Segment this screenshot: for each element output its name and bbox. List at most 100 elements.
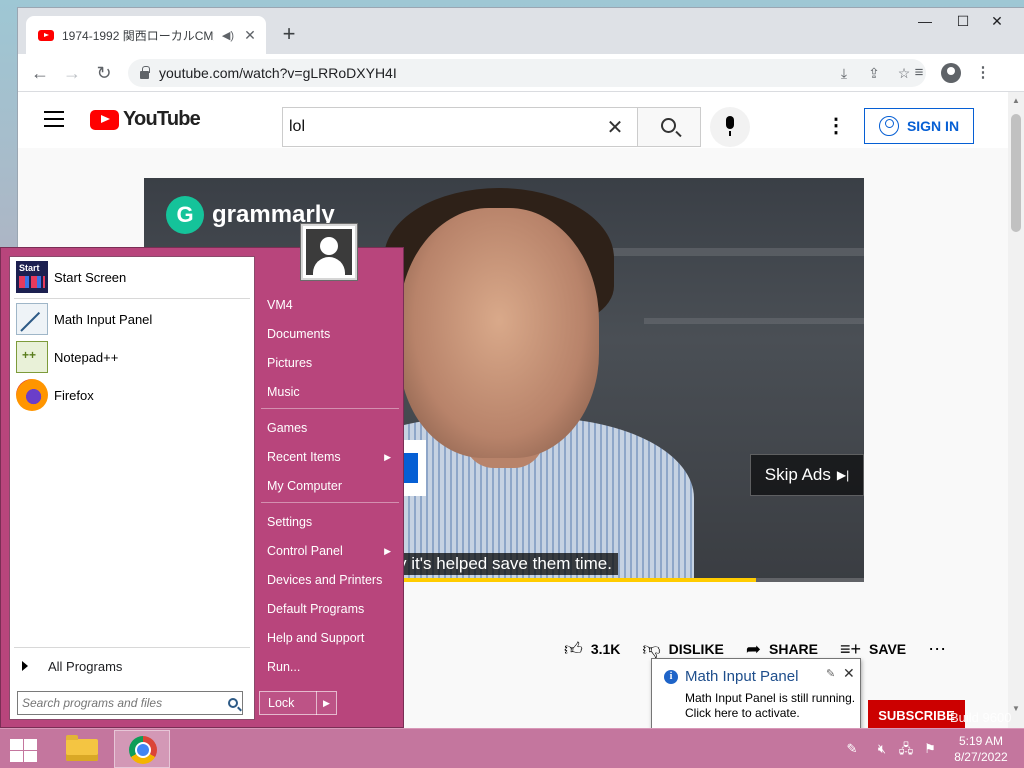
pin-icon[interactable]: ✎ [826,667,835,680]
start-menu-link-default-programs[interactable]: Default Programs [259,596,399,622]
tab-strip: 1974-1992 関西ローカルCM集 ◀) ✕ + — ☐ ✕ [18,8,1024,54]
like-count: 3.1K [590,641,621,657]
share-button[interactable]: ➦ SHARE [746,639,818,660]
install-icon[interactable]: ⤓ [834,65,854,82]
search-icon [661,118,676,133]
clock-time: 5:19 AM [958,734,1004,748]
search-input[interactable] [289,118,603,136]
background-shelf [644,318,864,324]
start-menu-link-recent-items[interactable]: Recent Items ▶ [259,444,399,470]
maximize-button[interactable]: ☐ [946,10,980,32]
scroll-down-icon[interactable]: ▼ [1012,704,1020,713]
start-menu: Start Start Screen Math Input Panel Note… [0,224,404,728]
youtube-logo[interactable]: YouTube [90,108,201,131]
lock-icon[interactable] [140,66,150,79]
skip-ads-label: Skip Ads [764,465,831,484]
tab-title: 1974-1992 関西ローカルCM集 [62,28,214,43]
start-menu-item-start-screen[interactable]: Start Start Screen [14,259,250,295]
start-menu-link-run[interactable]: Run... [259,654,399,680]
info-icon: i [664,670,678,684]
scrollbar-thumb[interactable] [1011,114,1021,232]
start-menu-link-music[interactable]: Music [259,379,399,405]
search-icon[interactable] [228,698,238,708]
dislike-label: DISLIKE [668,641,724,657]
search-button[interactable] [637,107,701,147]
user-avatar-head [320,237,338,255]
browser-tab[interactable]: 1974-1992 関西ローカルCM集 ◀) ✕ [26,16,266,54]
notification-balloon[interactable]: i Math Input Panel ✎ ✕ Math Input Panel … [651,658,861,738]
page-scrollbar[interactable]: ▲ ▼ [1008,92,1024,728]
start-menu-programs-pane: Start Start Screen Math Input Panel Note… [9,256,255,720]
more-options-icon[interactable]: ⋮ [826,112,846,140]
volume-muted-icon[interactable]: 🔇︎ [874,741,890,757]
start-button[interactable] [8,737,38,763]
tab-close-icon[interactable]: ✕ [242,27,258,44]
close-window-button[interactable]: ✕ [980,10,1014,32]
network-icon[interactable]: 🖧︎ [898,741,914,757]
start-search-box[interactable] [17,691,243,715]
back-button[interactable]: ← [26,59,54,87]
start-menu-link-control-panel[interactable]: Control Panel ▶ [259,538,399,564]
skip-ads-button[interactable]: Skip Ads ▶| [750,454,864,496]
thumbs-down-icon: 👎︎ [642,639,661,659]
notification-line: Math Input Panel is still running. [685,691,856,705]
hamburger-menu-icon[interactable] [44,111,64,127]
forward-button[interactable]: → [58,59,86,87]
start-search-input[interactable] [22,696,228,710]
url-text[interactable]: youtube.com/watch?v=gLRRoDXYH4I [159,65,824,81]
thumbs-up-icon: 👍︎ [564,639,583,659]
start-menu-link-help-and-support[interactable]: Help and Support [259,625,399,651]
sign-in-button[interactable]: SIGN IN [864,108,974,144]
taskbar: ✎ 🔇︎ 🖧︎ ⚑ 5:19 AM 8/27/2022 [0,728,1024,768]
address-bar[interactable]: youtube.com/watch?v=gLRRoDXYH4I ⤓ ⇪ ☆ [128,59,926,87]
start-menu-link-games[interactable]: Games [259,415,399,441]
like-button[interactable]: 👍︎ 3.1K [564,638,620,660]
start-menu-item-math-input-panel[interactable]: Math Input Panel [14,301,250,337]
taskbar-chrome[interactable] [114,730,170,768]
start-menu-link-vm4[interactable]: VM4 [259,292,399,318]
save-button[interactable]: ≡+ SAVE [840,639,906,660]
action-center-icon[interactable]: ⚑ [922,741,938,757]
all-programs-button[interactable]: All Programs [14,653,250,679]
chrome-menu-icon[interactable]: ⋮ [972,62,994,84]
start-menu-link-documents[interactable]: Documents [259,321,399,347]
youtube-favicon-icon [38,29,54,41]
start-menu-item-firefox[interactable]: Firefox [14,377,250,413]
start-menu-item-notepad-plus-plus[interactable]: Notepad++ [14,339,250,375]
sign-in-label: SIGN IN [906,118,960,134]
lock-button[interactable]: Lock ▶ [259,691,337,715]
user-account-picture[interactable] [301,224,357,280]
new-tab-button[interactable]: + [276,22,302,48]
save-label: SAVE [869,641,907,657]
expand-arrow-icon [22,661,28,671]
dislike-button[interactable]: 👎︎ DISLIKE [642,638,724,660]
more-actions-button[interactable]: ⋯ [928,639,946,660]
minimize-button[interactable]: — [908,10,942,32]
taskbar-file-explorer[interactable] [54,730,110,768]
media-control-icon[interactable]: ≡ [908,62,930,84]
start-menu-link-pictures[interactable]: Pictures [259,350,399,376]
search-box[interactable]: ✕ [282,107,638,147]
reload-button[interactable]: ↻ [90,59,118,87]
speaker-icon[interactable]: ◀) [222,29,234,42]
all-programs-label: All Programs [48,658,123,674]
clear-search-icon[interactable]: ✕ [603,115,627,140]
start-menu-link-settings[interactable]: Settings [259,509,399,535]
share-page-icon[interactable]: ⇪ [864,65,884,82]
grammarly-logo-icon [166,196,204,234]
voice-search-button[interactable] [710,107,750,147]
microphone-icon [726,116,734,136]
youtube-logo-text: YouTube [123,108,201,130]
scroll-up-icon[interactable]: ▲ [1012,96,1020,105]
system-clock[interactable]: 5:19 AM 8/27/2022 [948,733,1014,765]
notification-title: Math Input Panel [685,668,799,685]
shutdown-options-arrow-icon[interactable]: ▶ [316,691,336,715]
math-input-tray-icon[interactable]: ✎ [844,741,860,757]
share-label: SHARE [769,641,819,657]
profile-button[interactable] [940,62,962,84]
profile-avatar-icon [941,63,961,83]
start-menu-link-devices-and-printers[interactable]: Devices and Printers [259,567,399,593]
close-notification-icon[interactable]: ✕ [843,665,855,682]
start-menu-link-my-computer[interactable]: My Computer [259,473,399,499]
divider [14,647,250,648]
